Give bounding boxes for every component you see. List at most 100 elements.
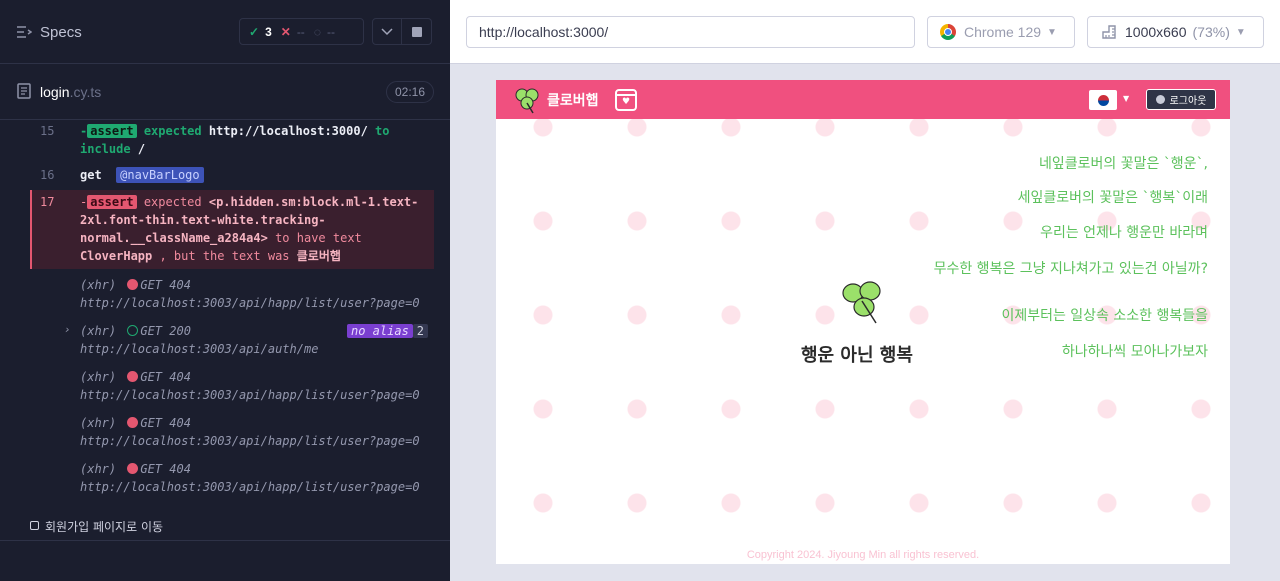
assert-selector: 2xl.font-thin.text-white.tracking-: [80, 213, 326, 227]
specs-title[interactable]: Specs: [40, 24, 82, 41]
chevron-down-icon: ▼: [1235, 26, 1246, 38]
xhr-body: (xhr) GET 404 http://localhost:3003/api/…: [80, 276, 430, 312]
command-number: 15: [40, 124, 55, 138]
cypress-reporter: Specs ✓ 3 ✕ -- ◌ -- login.cy.ts 02:16 15…: [0, 0, 450, 581]
browser-selector[interactable]: Chrome 129 ▼: [927, 16, 1075, 48]
chevron-down-icon[interactable]: ▼: [1123, 94, 1129, 103]
assert-value: /: [137, 142, 146, 156]
assert-text: to: [375, 124, 390, 138]
poem-line: 하나하나씩 모아나가보자: [1061, 344, 1208, 360]
command-log: 15 - assert expected http://localhost:300…: [30, 120, 434, 500]
success-dot-icon: [127, 325, 139, 336]
flag-emblem: [1097, 94, 1109, 106]
clover-icon: [842, 281, 881, 324]
korean-flag-icon[interactable]: [1089, 90, 1117, 110]
request-count-badge: 2: [412, 324, 429, 338]
xhr-row[interactable]: (xhr) GET 404 http://localhost:3003/api/…: [30, 276, 434, 312]
assert-selector: <p.hidden.sm:block.ml-1.text-: [208, 195, 419, 209]
calendar-icon[interactable]: ♥: [615, 89, 637, 111]
viewport-selector[interactable]: 1000x660 (73%) ▼: [1087, 16, 1264, 48]
file-extension: .cy.ts: [69, 84, 102, 100]
logout-label: 로그아웃: [1169, 96, 1207, 107]
xhr-label: (xhr): [80, 416, 117, 430]
xhr-url: http://localhost:3003/api/happ/list/user…: [80, 296, 420, 310]
test-stats: ✓ 3 ✕ -- ◌ --: [239, 18, 364, 45]
assert-text: expected: [143, 124, 202, 138]
expected-value: CloverHapp: [80, 249, 153, 263]
expand-chevron-icon[interactable]: ›: [64, 323, 71, 336]
specs-list-icon[interactable]: [16, 24, 32, 40]
xhr-status: GET 404: [140, 416, 191, 430]
navbar-logo-text[interactable]: 클로버햅: [547, 90, 599, 110]
command-name: get: [80, 168, 102, 182]
passed-stat: ✓ 3: [249, 25, 272, 39]
xhr-url: http://localhost:3003/api/auth/me: [80, 342, 319, 356]
poem-line: 세잎클로버의 꽃말은 `행복`이래: [1017, 190, 1208, 206]
error-dot-icon: [127, 463, 139, 474]
xhr-alias-group: no alias 2: [347, 322, 429, 340]
assert-text: , but the text was: [159, 249, 290, 263]
copyright-text: Copyright 2024. Jiyoung Min all rights r…: [746, 549, 980, 561]
command-body: get @navBarLogo: [80, 166, 430, 184]
clover-logo-icon[interactable]: [512, 85, 542, 115]
xhr-body: (xhr) GET 404 http://localhost:3003/api/…: [80, 460, 430, 496]
xhr-url: http://localhost:3003/api/happ/list/user…: [80, 388, 420, 402]
error-dot-icon: [127, 279, 139, 290]
failed-command-row[interactable]: 17 - assert expected <p.hidden.sm:block.m…: [30, 190, 434, 269]
command-body: - assert expected http://localhost:3000/ …: [80, 122, 430, 158]
alias-badge[interactable]: @navBarLogo: [116, 167, 204, 183]
chevron-down-icon: [381, 27, 393, 35]
command-body: - assert expected <p.hidden.sm:block.ml-1…: [80, 193, 430, 265]
error-dot-icon: [127, 417, 139, 428]
actual-value: 클로버햅: [296, 249, 341, 263]
stop-button[interactable]: [402, 18, 432, 45]
xhr-label: (xhr): [80, 462, 117, 476]
pending-count: --: [326, 24, 335, 39]
xhr-status: GET 404: [140, 370, 191, 384]
no-alias-badge: no alias: [347, 324, 413, 338]
spinner-icon: ◌: [313, 24, 321, 39]
spec-duration: 02:16: [386, 81, 434, 103]
xhr-label: (xhr): [80, 278, 117, 292]
assert-badge: assert: [87, 195, 137, 209]
next-test-row[interactable]: 회원가입 페이지로 이동: [0, 510, 450, 541]
poem-line: 네잎클로버의 꽃말은 `행운`,: [1038, 156, 1208, 172]
viewport-scale: (73%): [1192, 24, 1230, 40]
assert-text: include: [80, 142, 131, 156]
command-number: 17: [40, 195, 55, 209]
error-dot-icon: [127, 371, 139, 382]
app-under-test-panel: http://localhost:3000/ Chrome 129 ▼ 1000…: [450, 0, 1280, 581]
check-icon: ✓: [249, 24, 260, 39]
logout-button[interactable]: 로그아웃: [1146, 89, 1216, 110]
spec-file-row[interactable]: login.cy.ts 02:16: [0, 64, 450, 120]
document-icon: [17, 83, 31, 99]
xhr-status: GET 404: [140, 462, 191, 476]
assert-selector: normal.__className_a284a4>: [80, 231, 268, 245]
command-row[interactable]: 15 - assert expected http://localhost:300…: [30, 122, 434, 158]
command-number: 16: [40, 168, 55, 182]
xhr-status: GET 404: [140, 278, 191, 292]
failed-stat: ✕ --: [281, 25, 305, 39]
xhr-row[interactable]: (xhr) GET 404 http://localhost:3003/api/…: [30, 368, 434, 404]
xhr-row[interactable]: (xhr) GET 404 http://localhost:3003/api/…: [30, 460, 434, 496]
chrome-icon: [940, 24, 956, 40]
poem-line: 우리는 언제나 행운만 바라며: [1040, 225, 1208, 241]
toggle-auto-scroll-button[interactable]: [372, 18, 402, 45]
pending-stat: ◌ --: [314, 25, 335, 39]
url-bar[interactable]: http://localhost:3000/: [466, 16, 915, 48]
assert-text: to have text: [275, 231, 362, 245]
tagline: 행운 아닌 행복: [801, 345, 913, 366]
viewport-size: 1000x660: [1125, 24, 1187, 40]
xhr-body: (xhr) GET 404 http://localhost:3003/api/…: [80, 368, 430, 404]
next-test-title: 회원가입 페이지로 이동: [45, 520, 164, 534]
file-basename: login: [40, 84, 70, 100]
xhr-row[interactable]: › (xhr) GET 200 no alias 2 http://localho…: [30, 322, 434, 358]
failed-count: --: [296, 24, 305, 39]
chevron-down-icon: ▼: [1047, 26, 1057, 38]
app-body: 네잎클로버의 꽃말은 `행운`, 세잎클로버의 꽃말은 `행복`이래 우리는 언…: [496, 119, 1230, 564]
assert-badge: assert: [87, 124, 137, 138]
xhr-url: http://localhost:3003/api/happ/list/user…: [80, 434, 420, 448]
poem-line: 이제부터는 일상속 소소한 행복들을: [1001, 308, 1208, 324]
xhr-row[interactable]: (xhr) GET 404 http://localhost:3003/api/…: [30, 414, 434, 450]
command-row[interactable]: 16 get @navBarLogo: [30, 166, 434, 188]
